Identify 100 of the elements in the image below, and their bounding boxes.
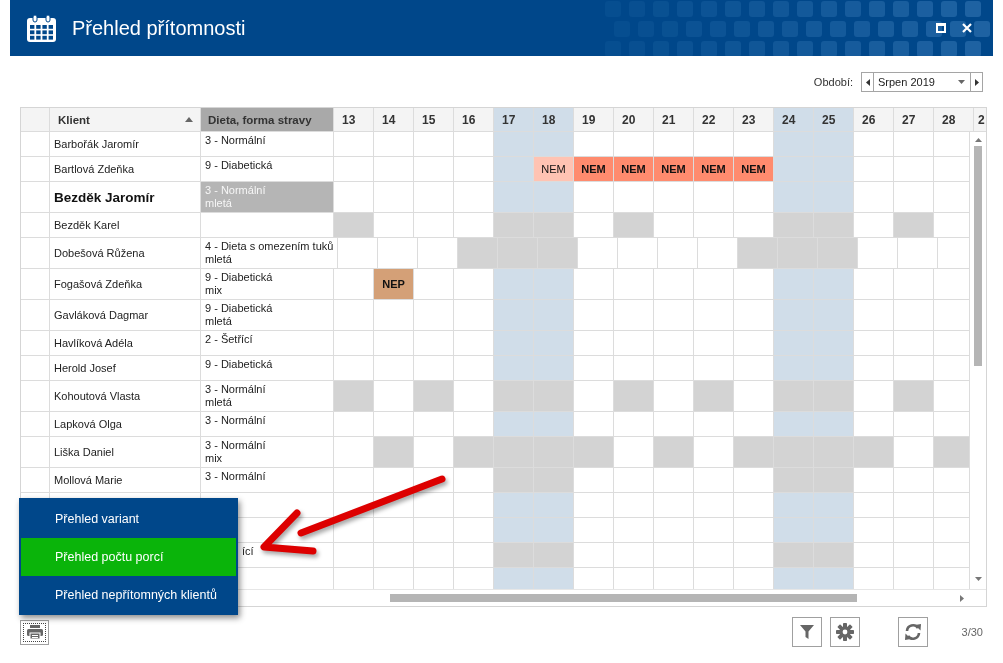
blocked-cell (414, 381, 454, 412)
settings-button[interactable] (829, 617, 860, 647)
empty-cell (894, 543, 934, 568)
blocked-cell (494, 381, 534, 412)
diet-text: 9 - Diabetická (205, 302, 273, 315)
client-name: Dobešová Růžena (50, 238, 201, 269)
day-header: 21 (654, 108, 694, 131)
weekend-cell (774, 182, 814, 213)
weekend-cell (494, 518, 534, 543)
column-header[interactable]: Dieta, forma stravy (201, 108, 334, 131)
blocked-cell (894, 213, 934, 238)
blocked-cell (774, 213, 814, 238)
empty-cell (654, 468, 694, 493)
empty-cell (894, 412, 934, 437)
client-name: Lapková Olga (50, 412, 201, 437)
blocked-cell (534, 437, 574, 468)
blocked-cell (774, 543, 814, 568)
filter-button[interactable] (791, 617, 822, 647)
day-header: 13 (334, 108, 374, 131)
empty-cell (374, 493, 414, 518)
day-header: 19 (574, 108, 614, 131)
scroll-right-icon[interactable] (960, 594, 964, 602)
empty-cell (894, 157, 934, 182)
blocked-cell (534, 213, 574, 238)
period-label: Období: (813, 76, 853, 88)
absence-cell: NEM (694, 157, 734, 182)
empty-cell (614, 300, 654, 331)
scroll-down-icon[interactable] (974, 577, 982, 581)
diet-text: 3 - Normální (205, 414, 266, 427)
weekend-cell (534, 269, 574, 300)
weekend-cell (814, 412, 854, 437)
blocked-cell (854, 437, 894, 468)
print-button[interactable] (20, 619, 49, 645)
blocked-cell (614, 381, 654, 412)
diet-text: ící (242, 545, 254, 558)
client-name: Bartlová Zdeňka (50, 157, 201, 182)
empty-cell (934, 331, 970, 356)
weekend-cell (814, 493, 854, 518)
absence-cell: NEM (654, 157, 694, 182)
blocked-cell (494, 468, 534, 493)
diet-text: 3 - Normální (205, 470, 266, 483)
weekend-cell (774, 356, 814, 381)
blocked-cell (738, 238, 779, 269)
maximize-icon[interactable] (936, 23, 946, 33)
scroll-up-icon[interactable] (974, 138, 982, 142)
day-header: 17 (494, 108, 534, 131)
printer-icon (26, 625, 43, 639)
weekend-cell (534, 412, 574, 437)
blocked-cell (494, 213, 534, 238)
blocked-cell (814, 437, 854, 468)
period-dropdown[interactable]: Srpen 2019 (874, 72, 970, 92)
empty-cell (614, 493, 654, 518)
next-button[interactable] (970, 72, 983, 92)
close-icon[interactable] (962, 23, 972, 33)
empty-cell (374, 356, 414, 381)
empty-cell (614, 468, 654, 493)
absence-cell: NEM (734, 157, 774, 182)
menu-item[interactable]: Přehled nepřítomných klientů (21, 576, 236, 614)
client-name: Gavláková Dagmar (50, 300, 201, 331)
blocked-cell (814, 213, 854, 238)
weekend-cell (494, 269, 534, 300)
weekend-cell (774, 412, 814, 437)
empty-cell (934, 269, 970, 300)
empty-cell (694, 331, 734, 356)
client-name: Mollová Marie (50, 468, 201, 493)
day-header: 18 (534, 108, 574, 131)
absence-cell: NEM (534, 157, 574, 182)
day-header: 27 (894, 108, 934, 131)
empty-cell (934, 157, 970, 182)
empty-cell (614, 331, 654, 356)
weekend-cell (494, 157, 534, 182)
diet-text: 9 - Diabetická (205, 271, 273, 284)
blocked-cell (534, 543, 574, 568)
empty-cell (374, 157, 414, 182)
empty-cell (934, 300, 970, 331)
empty-cell (374, 182, 414, 213)
previous-button[interactable] (861, 72, 874, 92)
empty-cell (414, 543, 454, 568)
empty-cell (934, 356, 970, 381)
empty-cell (414, 157, 454, 182)
empty-cell (614, 518, 654, 543)
empty-cell (694, 543, 734, 568)
blocked-cell (654, 437, 694, 468)
empty-cell (894, 468, 934, 493)
weekend-cell (534, 331, 574, 356)
menu-item[interactable]: Přehled variant (21, 499, 236, 538)
weekend-cell (534, 493, 574, 518)
empty-cell (934, 518, 970, 543)
client-name: Herold Josef (50, 356, 201, 381)
absence-cell: NEM (614, 157, 654, 182)
empty-cell (334, 518, 374, 543)
scrollbar-thumb[interactable] (974, 146, 982, 366)
refresh-button[interactable] (897, 617, 928, 647)
weekend-cell (494, 356, 534, 381)
diet-text: 9 - Diabetická (205, 159, 273, 172)
empty-cell (654, 356, 694, 381)
scrollbar-thumb[interactable] (390, 594, 857, 602)
weekend-cell (494, 412, 534, 437)
filter-icon (799, 625, 814, 639)
blocked-cell (774, 437, 814, 468)
